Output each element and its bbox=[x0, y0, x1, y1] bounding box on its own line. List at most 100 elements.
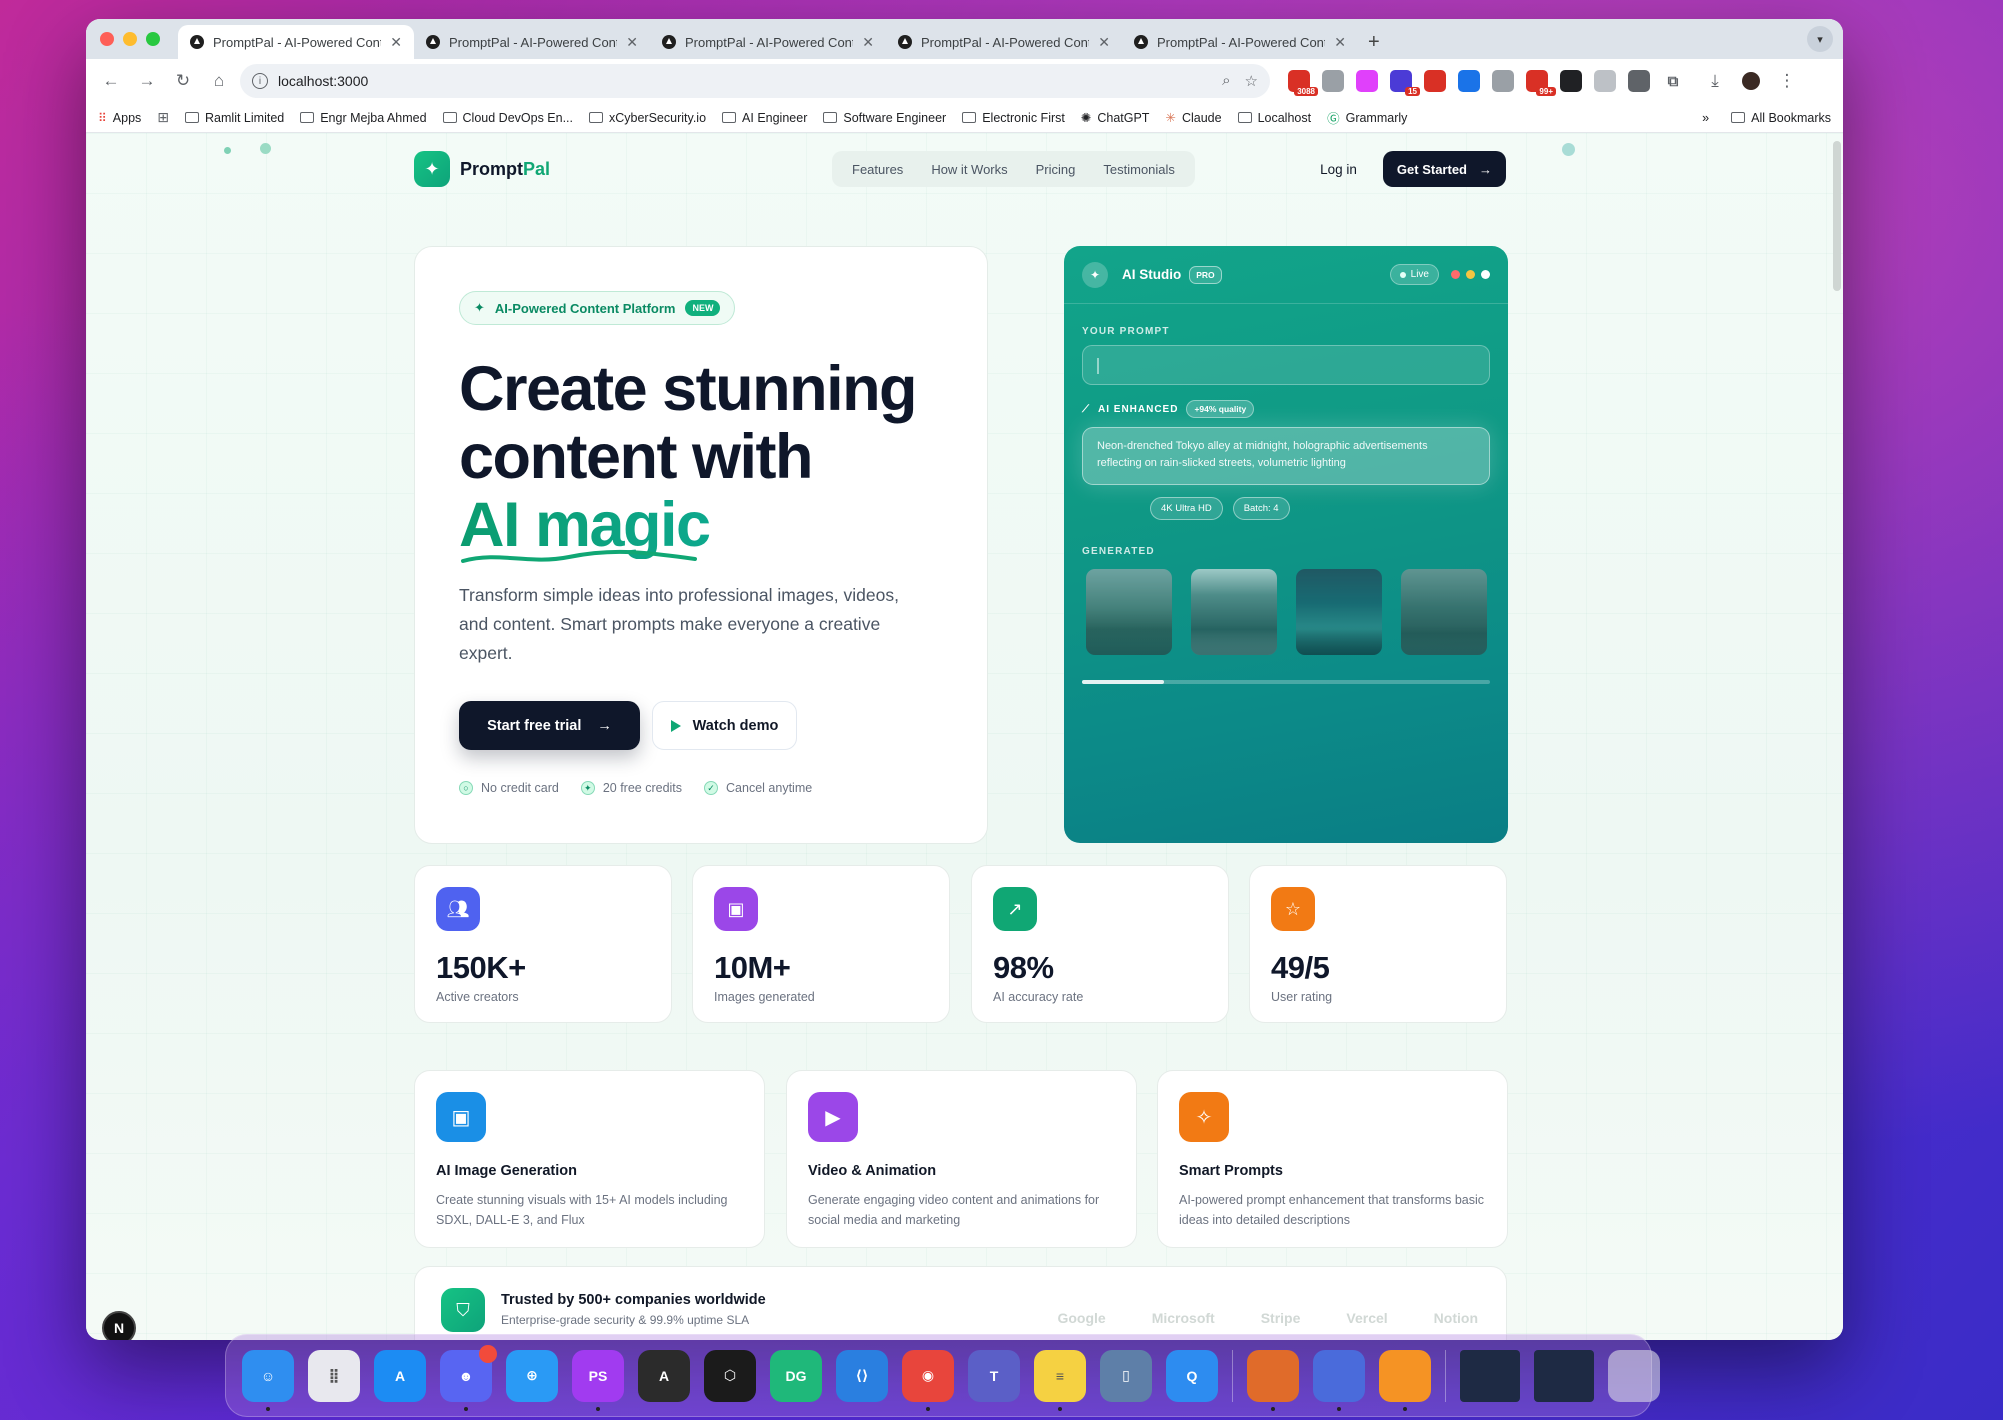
close-tab-icon[interactable]: ✕ bbox=[1098, 34, 1110, 51]
browser-tab[interactable]: PromptPal - AI-Powered Cont ✕ bbox=[178, 25, 414, 59]
close-tab-icon[interactable]: ✕ bbox=[626, 34, 638, 51]
browser-tab[interactable]: PromptPal - AI-Powered Cont ✕ bbox=[414, 25, 650, 59]
phpstorm-app-icon[interactable]: PS bbox=[572, 1349, 624, 1411]
browser-tab[interactable]: PromptPal - AI-Powered Cont ✕ bbox=[650, 25, 886, 59]
bookmark-apps[interactable]: ⠿ Apps bbox=[98, 111, 141, 125]
bookmark-folder[interactable]: xCyberSecurity.io bbox=[589, 111, 706, 125]
grid-ext-icon[interactable] bbox=[1560, 70, 1582, 92]
generated-image-thumbnail[interactable] bbox=[1401, 569, 1487, 655]
forward-arrow-icon[interactable]: → bbox=[132, 66, 162, 96]
bot-app-icon[interactable] bbox=[1313, 1349, 1365, 1411]
bookmark-chatgpt[interactable]: ✺ ChatGPT bbox=[1081, 110, 1150, 126]
pages-app-icon[interactable] bbox=[1379, 1349, 1431, 1411]
site-info-icon[interactable]: i bbox=[252, 73, 268, 89]
teams-app-icon[interactable]: T bbox=[968, 1349, 1020, 1402]
extensions-puzzle-icon[interactable]: ⧉ bbox=[1662, 70, 1684, 92]
profile-avatar[interactable] bbox=[1736, 66, 1766, 96]
nav-link-testimonials[interactable]: Testimonials bbox=[1089, 162, 1189, 177]
nav-link-pricing[interactable]: Pricing bbox=[1022, 162, 1090, 177]
nav-link-how-it-works[interactable]: How it Works bbox=[917, 162, 1021, 177]
camera-ext-icon[interactable] bbox=[1322, 70, 1344, 92]
zoom-icon[interactable]: ⌕ bbox=[1222, 72, 1230, 90]
back-arrow-icon[interactable]: ← bbox=[96, 66, 126, 96]
tag-ext-icon[interactable] bbox=[1458, 70, 1480, 92]
nav-link-features[interactable]: Features bbox=[838, 162, 917, 177]
all-bookmarks-button[interactable]: All Bookmarks bbox=[1731, 111, 1831, 125]
close-tab-icon[interactable]: ✕ bbox=[862, 34, 874, 51]
feature-card[interactable]: ✧ Smart Prompts AI-powered prompt enhancem… bbox=[1157, 1070, 1508, 1248]
browser-tab[interactable]: PromptPal - AI-Powered Cont ✕ bbox=[1122, 25, 1358, 59]
address-bar[interactable]: i localhost:3000 ⌕ ☆ bbox=[240, 64, 1270, 98]
tab-search-chevron-icon[interactable]: ▾ bbox=[1807, 26, 1833, 52]
browser-tab[interactable]: PromptPal - AI-Powered Cont ✕ bbox=[886, 25, 1122, 59]
watch-demo-button[interactable]: Watch demo bbox=[652, 701, 797, 750]
feature-card[interactable]: ▣ AI Image Generation Create stunning visu… bbox=[414, 1070, 765, 1248]
generation-progress-bar bbox=[1082, 680, 1490, 684]
tab-groups-icon[interactable]: ⊞ bbox=[157, 109, 169, 126]
bookmark-grammarly[interactable]: Ⓖ Grammarly bbox=[1327, 108, 1407, 127]
link-ext-icon[interactable] bbox=[1594, 70, 1616, 92]
bookmark-claude[interactable]: ✳ Claude bbox=[1165, 110, 1221, 126]
chrome-app-icon[interactable]: ◉ bbox=[902, 1349, 954, 1411]
bookmark-folder[interactable]: AI Engineer bbox=[722, 111, 807, 125]
pen-ext-icon[interactable] bbox=[1628, 70, 1650, 92]
nextjs-dev-indicator[interactable]: N bbox=[102, 1311, 136, 1340]
new-tab-button[interactable]: + bbox=[1358, 25, 1390, 59]
feature-card[interactable]: ▶ Video & Animation Generate engaging vide… bbox=[786, 1070, 1137, 1248]
notes-app-icon[interactable]: ≡ bbox=[1034, 1349, 1086, 1411]
download-icon[interactable]: ⤓ bbox=[1700, 66, 1730, 96]
aurora-app-icon[interactable]: A bbox=[638, 1349, 690, 1402]
batch-chip[interactable]: Batch: 4 bbox=[1232, 497, 1290, 520]
resolution-chip[interactable]: 4K Ultra HD bbox=[1150, 497, 1223, 520]
mail-ext-icon[interactable]: 99+ bbox=[1526, 70, 1556, 96]
finder-app-icon[interactable]: ☺ bbox=[242, 1349, 294, 1411]
get-started-button[interactable]: Get Started → bbox=[1382, 151, 1506, 187]
close-tab-icon[interactable]: ✕ bbox=[390, 34, 402, 51]
bookmark-folder[interactable]: Ramlit Limited bbox=[185, 111, 284, 125]
window-controls bbox=[100, 19, 160, 59]
minimized-window-thumbnail[interactable] bbox=[1460, 1349, 1520, 1402]
gmail-ext-icon[interactable]: 3088 bbox=[1288, 70, 1318, 96]
bookmark-folder[interactable]: Localhost bbox=[1237, 111, 1311, 125]
sparkles-logo-icon[interactable]: ✦ bbox=[414, 151, 450, 187]
quicktime-app-icon[interactable]: Q bbox=[1166, 1349, 1218, 1402]
password-app-icon[interactable] bbox=[1247, 1349, 1299, 1411]
opera-ext-icon[interactable] bbox=[1424, 70, 1446, 92]
bookmark-folder[interactable]: Software Engineer bbox=[823, 111, 946, 125]
close-tab-icon[interactable]: ✕ bbox=[1334, 34, 1346, 51]
more-bookmarks-chevron-icon[interactable]: » bbox=[1702, 111, 1709, 125]
arrow-ext-icon[interactable] bbox=[1356, 70, 1378, 92]
simulator-app-icon[interactable]: ▯ bbox=[1100, 1349, 1152, 1402]
login-link[interactable]: Log in bbox=[1320, 162, 1357, 177]
address-url[interactable]: localhost:3000 bbox=[278, 73, 1212, 89]
page-scrollbar[interactable] bbox=[1833, 141, 1841, 291]
maximize-window-button[interactable] bbox=[146, 32, 160, 46]
bookmark-folder[interactable]: Electronic First bbox=[962, 111, 1065, 125]
close-window-button[interactable] bbox=[100, 32, 114, 46]
start-free-trial-button[interactable]: Start free trial → bbox=[459, 701, 640, 750]
bookmark-star-icon[interactable]: ☆ bbox=[1245, 72, 1258, 90]
app-store-app-icon[interactable]: A bbox=[374, 1349, 426, 1402]
minimized-window-thumbnail[interactable] bbox=[1534, 1349, 1594, 1402]
brand-logo[interactable]: PromptPal bbox=[460, 159, 550, 180]
safari-app-icon[interactable]: ⊕ bbox=[506, 1349, 558, 1402]
browser-menu-icon[interactable]: ⋮ bbox=[1772, 66, 1802, 96]
prompt-input[interactable] bbox=[1082, 345, 1490, 385]
bookmark-folder[interactable]: Engr Mejba Ahmed bbox=[300, 111, 427, 125]
trash-icon[interactable] bbox=[1608, 1349, 1660, 1402]
home-icon[interactable]: ⌂ bbox=[204, 66, 234, 96]
generated-image-thumbnail[interactable] bbox=[1296, 569, 1382, 655]
bookmark-folder[interactable]: Cloud DevOps En... bbox=[442, 111, 573, 125]
reload-icon[interactable]: ↻ bbox=[168, 66, 198, 96]
discord-app-icon[interactable]: ☻ bbox=[440, 1344, 497, 1411]
code-ext-icon[interactable] bbox=[1492, 70, 1514, 92]
generated-image-thumbnail[interactable] bbox=[1191, 569, 1277, 655]
datagrip-app-icon[interactable]: DG bbox=[770, 1349, 822, 1402]
hat-ext-icon[interactable]: 15 bbox=[1390, 70, 1420, 96]
minimize-window-button[interactable] bbox=[123, 32, 137, 46]
launchpad-app-icon[interactable]: ⣿ bbox=[308, 1349, 360, 1402]
running-indicator bbox=[1403, 1406, 1407, 1411]
cursor-app-icon[interactable]: ⬡ bbox=[704, 1349, 756, 1402]
vscode-app-icon[interactable]: ⟨⟩ bbox=[836, 1349, 888, 1402]
generated-image-thumbnail[interactable] bbox=[1086, 569, 1172, 655]
